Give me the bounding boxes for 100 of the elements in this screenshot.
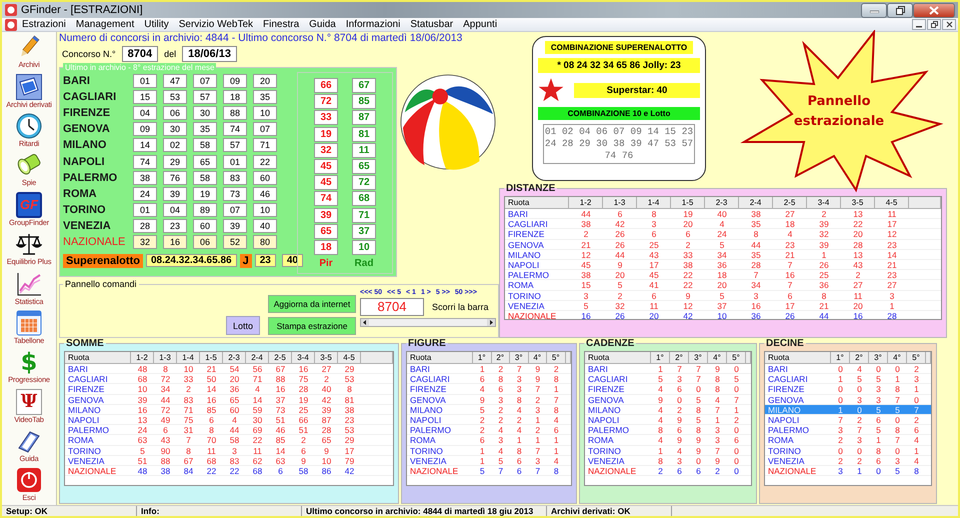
column-header[interactable]: 4°: [708, 352, 727, 364]
table-cell-text: FIRENZE: [507, 229, 546, 239]
action-button[interactable]: Aggiorna da internet: [268, 295, 356, 313]
menu-item[interactable]: Guida: [304, 19, 341, 30]
table-cell-text: 9: [714, 456, 721, 465]
menu-item[interactable]: Informazioni: [340, 19, 406, 30]
lotto-button[interactable]: Lotto: [226, 316, 260, 335]
table-row[interactable]: TORINO 0 0 8 0 1: [765, 446, 931, 456]
column-header[interactable]: 5°: [907, 352, 926, 364]
table-cell-text: 26: [818, 260, 830, 270]
column-header[interactable]: 2-4: [246, 352, 269, 364]
table-cell-text: 4: [254, 384, 261, 394]
menu-item[interactable]: Appunti: [458, 19, 502, 30]
column-header[interactable]: 1°: [651, 352, 670, 364]
number-box: 58: [193, 170, 217, 185]
column-header[interactable]: 1-2: [569, 197, 603, 209]
column-header[interactable]: 2-5: [773, 197, 807, 209]
column-header[interactable]: 3-4: [807, 197, 841, 209]
column-header[interactable]: 2°: [670, 352, 689, 364]
table-cell-text: 39: [818, 240, 830, 249]
menu-item[interactable]: Servizio WebTek: [174, 19, 258, 30]
table-row[interactable]: VENEZIA 2 2 6 3 4: [765, 456, 931, 466]
column-header[interactable]: 3°: [689, 352, 708, 364]
number-box: 02: [163, 138, 187, 152]
column-header[interactable]: 1-3: [154, 352, 177, 364]
table-cell-text: 19: [682, 209, 694, 218]
column-header[interactable]: 1°: [831, 352, 850, 364]
column-header[interactable]: Ruota: [585, 352, 651, 364]
table-cell-text: 0: [695, 384, 702, 394]
table-cell-text: 9: [695, 435, 702, 444]
column-header[interactable]: 4°: [888, 352, 907, 364]
column-header[interactable]: 3°: [869, 352, 888, 364]
table-row[interactable]: ROMA 2 3 1 7 4: [765, 435, 931, 446]
number-box: 18: [223, 90, 247, 104]
column-header[interactable]: Ruota: [765, 352, 831, 364]
column-header[interactable]: 1-5: [671, 197, 705, 209]
menu-item[interactable]: Estrazioni: [17, 19, 71, 30]
number-box: 32: [133, 235, 157, 250]
table-cell-text: 0: [837, 446, 844, 455]
menu-item[interactable]: Management: [70, 19, 140, 30]
menu-item[interactable]: Utility: [139, 19, 174, 30]
concorso-field[interactable]: 8704: [360, 298, 424, 316]
column-header[interactable]: 3-5: [315, 352, 338, 364]
date-field[interactable]: 18/06/13: [182, 46, 237, 62]
table-cell-text: 20: [716, 280, 728, 290]
table-cell-text: 4: [657, 404, 664, 414]
column-header[interactable]: 2-4: [739, 197, 773, 209]
rad-box: 11: [352, 142, 376, 158]
column-header[interactable]: 4-5: [875, 197, 909, 209]
column-header[interactable]: 3-5: [841, 197, 875, 209]
column-header[interactable]: 5°: [727, 352, 746, 364]
table-cell-text: 69: [252, 425, 264, 434]
table-cell-text: 1: [552, 384, 560, 394]
table-row[interactable]: NAPOLI 7 2 6 0 2: [765, 414, 931, 426]
column-header[interactable]: 1-4: [177, 352, 200, 364]
column-header[interactable]: 4°: [528, 352, 547, 364]
table-cell-text: 8: [650, 209, 658, 218]
table-cell-text: 9: [695, 446, 702, 455]
table-row[interactable]: FIRENZE 0 0 3 8 1: [765, 384, 931, 395]
column-header[interactable]: 2-5: [269, 352, 292, 364]
column-header[interactable]: 1-4: [637, 197, 671, 209]
column-header[interactable]: 4-5: [338, 352, 361, 364]
table-cell-text: 39: [818, 219, 830, 228]
column-header[interactable]: 3°: [510, 352, 528, 364]
number-box: 22: [253, 154, 277, 168]
column-header[interactable]: 1-5: [200, 352, 223, 364]
wheel-name: NAPOLI: [63, 156, 106, 168]
column-header[interactable]: 2-3: [223, 352, 246, 364]
table-cell-text: 32: [818, 229, 830, 239]
column-header[interactable]: 2°: [492, 352, 510, 364]
panel-title: Pannello comandi: [64, 279, 138, 290]
menu-item[interactable]: Finestra: [258, 19, 304, 30]
menu-item[interactable]: Statusbar: [405, 19, 458, 30]
column-header[interactable]: Ruota: [65, 352, 131, 364]
table-row[interactable]: NAZIONALE 3 1 0 5 8: [765, 466, 931, 476]
panel-title: SOMME: [65, 338, 105, 349]
table-cell-text: 12: [886, 229, 898, 239]
psi-icon[interactable]: Ψ: [16, 388, 42, 415]
dollar-icon[interactable]: $: [16, 349, 42, 376]
column-header[interactable]: 2-3: [705, 197, 739, 209]
table-cell-text: 6: [478, 374, 486, 384]
lotto-numbers: 01 02 04 06 07 09 14 15 23 24 28 29 30 38 39 47 53 57 74 76: [543, 124, 695, 164]
column-header[interactable]: 5°: [547, 352, 566, 364]
table-cell-text: 9: [676, 414, 683, 424]
table-cell-text: 44: [614, 250, 626, 259]
table-row[interactable]: BARI 0 4 0 0 2: [765, 364, 931, 374]
table-row[interactable]: PALERMO 3 7 5 8 6: [765, 425, 931, 436]
column-header[interactable]: 3-4: [292, 352, 315, 364]
column-header[interactable]: Ruota: [407, 352, 473, 364]
concorso-field[interactable]: 8704: [122, 46, 158, 62]
table-cell-text: 8: [208, 425, 215, 434]
column-header[interactable]: 1-3: [603, 197, 637, 209]
action-button[interactable]: Stampa estrazione: [268, 317, 356, 335]
column-header[interactable]: Ruota: [505, 197, 569, 209]
column-header[interactable]: 1°: [473, 352, 492, 364]
table-row[interactable]: CAGLIARI 1 5 5 1 3: [765, 374, 931, 384]
table-cell-text: 2: [913, 364, 920, 374]
table-cell-text: 29: [344, 435, 356, 444]
column-header[interactable]: 2°: [850, 352, 869, 364]
column-header[interactable]: 1-2: [131, 352, 154, 364]
